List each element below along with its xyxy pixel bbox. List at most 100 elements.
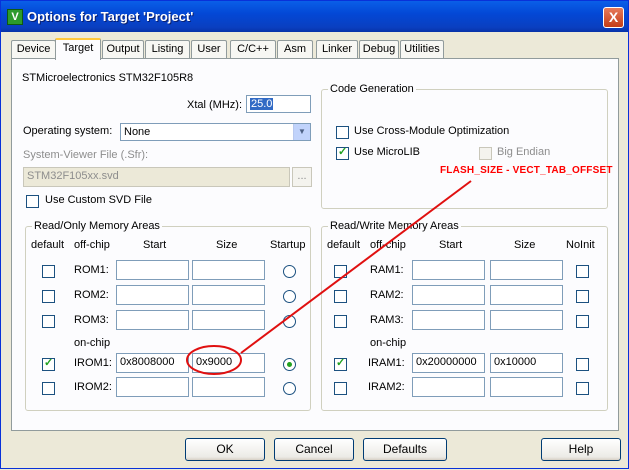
rom-areas-title: Read/Only Memory Areas (32, 220, 162, 232)
rom1-label: ROM1: (74, 264, 109, 276)
title-bar[interactable]: V Options for Target 'Project' X (1, 1, 628, 32)
iram1-noinit-checkbox[interactable] (576, 358, 589, 371)
ram-areas-title: Read/Write Memory Areas (328, 220, 461, 232)
rom2-start-input[interactable] (116, 285, 189, 305)
irom2-size-input[interactable] (192, 377, 265, 397)
ram2-noinit-checkbox[interactable] (576, 290, 589, 303)
os-label: Operating system: (23, 125, 113, 137)
rom2-startup-radio[interactable] (283, 290, 296, 303)
tab-linker[interactable]: Linker (316, 40, 358, 58)
irom2-label: IROM2: (74, 381, 112, 393)
rom3-startup-radio[interactable] (283, 315, 296, 328)
rom-onchip-label: on-chip (74, 337, 111, 349)
rom2-size-input[interactable] (192, 285, 265, 305)
tab-target[interactable]: Target (55, 38, 101, 60)
ram2-label: RAM2: (370, 289, 404, 301)
rom-header-startup: Startup (270, 239, 306, 251)
ram1-start-input[interactable] (412, 260, 485, 280)
ram1-size-input[interactable] (490, 260, 563, 280)
ram1-default-checkbox[interactable] (334, 265, 347, 278)
tab-c-cpp[interactable]: C/C++ (230, 40, 276, 58)
tab-asm[interactable]: Asm (277, 40, 313, 58)
ram-areas-group: Read/Write Memory Areas default off-chip… (321, 220, 608, 411)
iram1-label: IRAM1: (368, 357, 405, 369)
ram2-start-input[interactable] (412, 285, 485, 305)
tab-listing[interactable]: Listing (145, 40, 190, 58)
os-select[interactable]: None ▼ (120, 123, 311, 141)
target-tab-panel: STMicroelectronics STM32F105R8 Xtal (MHz… (11, 58, 619, 431)
cancel-button[interactable]: Cancel (274, 438, 354, 461)
iram2-size-input[interactable] (490, 377, 563, 397)
irom1-label: IROM1: (74, 357, 112, 369)
keil-app-icon: V (7, 9, 23, 25)
irom2-start-input[interactable] (116, 377, 189, 397)
rom-areas-group: Read/Only Memory Areas default off-chip … (25, 220, 311, 411)
svd-label: System-Viewer File (.Sfr): (23, 149, 149, 161)
tab-utilities[interactable]: Utilities (400, 40, 444, 58)
cross-module-checkbox[interactable] (336, 126, 349, 139)
rom3-size-input[interactable] (192, 310, 265, 330)
xtal-input[interactable]: 25.0 (246, 95, 311, 113)
rom-header-offchip: off-chip (74, 239, 110, 251)
svd-browse-button[interactable]: ... (292, 167, 312, 187)
rom3-start-input[interactable] (116, 310, 189, 330)
iram1-default-checkbox[interactable] (334, 356, 347, 371)
help-button[interactable]: Help (541, 438, 621, 461)
ram3-default-checkbox[interactable] (334, 315, 347, 328)
irom2-startup-radio[interactable] (283, 382, 296, 395)
iram2-start-input[interactable] (412, 377, 485, 397)
ram1-noinit-checkbox[interactable] (576, 265, 589, 278)
irom1-default-checkbox[interactable] (42, 356, 55, 371)
irom1-start-input[interactable]: 0x8008000 (116, 353, 189, 373)
tab-user[interactable]: User (191, 40, 227, 58)
xtal-label: Xtal (MHz): (187, 99, 242, 111)
ram3-start-input[interactable] (412, 310, 485, 330)
rom-header-default: default (31, 239, 65, 251)
ram3-size-input[interactable] (490, 310, 563, 330)
iram1-start-input[interactable]: 0x20000000 (412, 353, 485, 373)
big-endian-checkbox[interactable] (479, 147, 492, 160)
defaults-button[interactable]: Defaults (363, 438, 447, 461)
ram-onchip-label: on-chip (370, 337, 407, 349)
microlib-checkbox[interactable] (336, 145, 349, 160)
rom-header-start: Start (143, 239, 167, 251)
ram-header-offchip: off-chip (370, 239, 406, 251)
code-generation-group: Code Generation Use Cross-Module Optimiz… (321, 83, 608, 209)
tab-debug[interactable]: Debug (359, 40, 399, 58)
ram1-label: RAM1: (370, 264, 404, 276)
cross-module-label: Use Cross-Module Optimization (354, 125, 510, 137)
ok-button[interactable]: OK (185, 438, 265, 461)
microlib-label: Use MicroLIB (354, 146, 421, 158)
iram2-noinit-checkbox[interactable] (576, 382, 589, 395)
ram-header-noinit: NoInit (566, 239, 595, 251)
irom2-default-checkbox[interactable] (42, 382, 55, 395)
rom1-size-input[interactable] (192, 260, 265, 280)
os-value: None (124, 126, 151, 138)
rom3-label: ROM3: (74, 314, 109, 326)
irom1-startup-radio[interactable] (283, 358, 296, 371)
rom1-default-checkbox[interactable] (42, 265, 55, 278)
rom-header-size: Size (216, 239, 238, 251)
ram3-noinit-checkbox[interactable] (576, 315, 589, 328)
irom1-size-input[interactable]: 0x9000 (192, 353, 265, 373)
close-button[interactable]: X (603, 7, 624, 28)
ram2-size-input[interactable] (490, 285, 563, 305)
iram1-size-input[interactable]: 0x10000 (490, 353, 563, 373)
rom2-default-checkbox[interactable] (42, 290, 55, 303)
ram-header-size: Size (514, 239, 536, 251)
tab-device[interactable]: Device (11, 40, 56, 58)
custom-svd-checkbox[interactable] (26, 195, 39, 208)
iram2-default-checkbox[interactable] (334, 382, 347, 395)
ram3-label: RAM3: (370, 314, 404, 326)
rom3-default-checkbox[interactable] (42, 315, 55, 328)
rom1-start-input[interactable] (116, 260, 189, 280)
device-name: STMicroelectronics STM32F105R8 (22, 72, 194, 84)
iram2-label: IRAM2: (368, 381, 405, 393)
chevron-down-icon[interactable]: ▼ (293, 124, 310, 140)
ram2-default-checkbox[interactable] (334, 290, 347, 303)
rom1-startup-radio[interactable] (283, 265, 296, 278)
rom2-label: ROM2: (74, 289, 109, 301)
svd-file-input[interactable]: STM32F105xx.svd (23, 167, 290, 187)
ram-header-start: Start (439, 239, 463, 251)
tab-output[interactable]: Output (102, 40, 144, 58)
